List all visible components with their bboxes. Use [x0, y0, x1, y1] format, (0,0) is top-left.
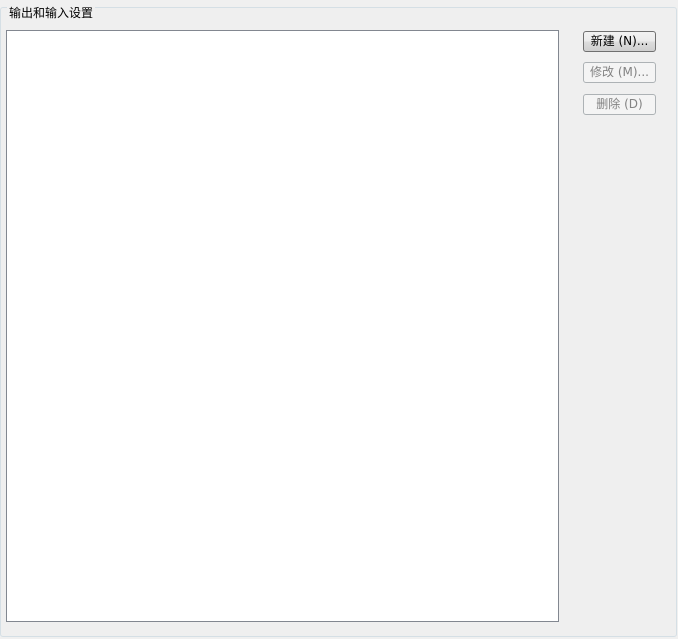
- io-settings-panel: 输出和输入设置 新建 (N)... 修改 (M)... 删除 (D): [0, 0, 678, 639]
- new-button[interactable]: 新建 (N)...: [583, 31, 656, 52]
- delete-button[interactable]: 删除 (D): [583, 94, 656, 115]
- io-settings-list[interactable]: [6, 30, 559, 622]
- edit-button[interactable]: 修改 (M)...: [583, 62, 656, 83]
- groupbox-title: 输出和输入设置: [7, 6, 96, 20]
